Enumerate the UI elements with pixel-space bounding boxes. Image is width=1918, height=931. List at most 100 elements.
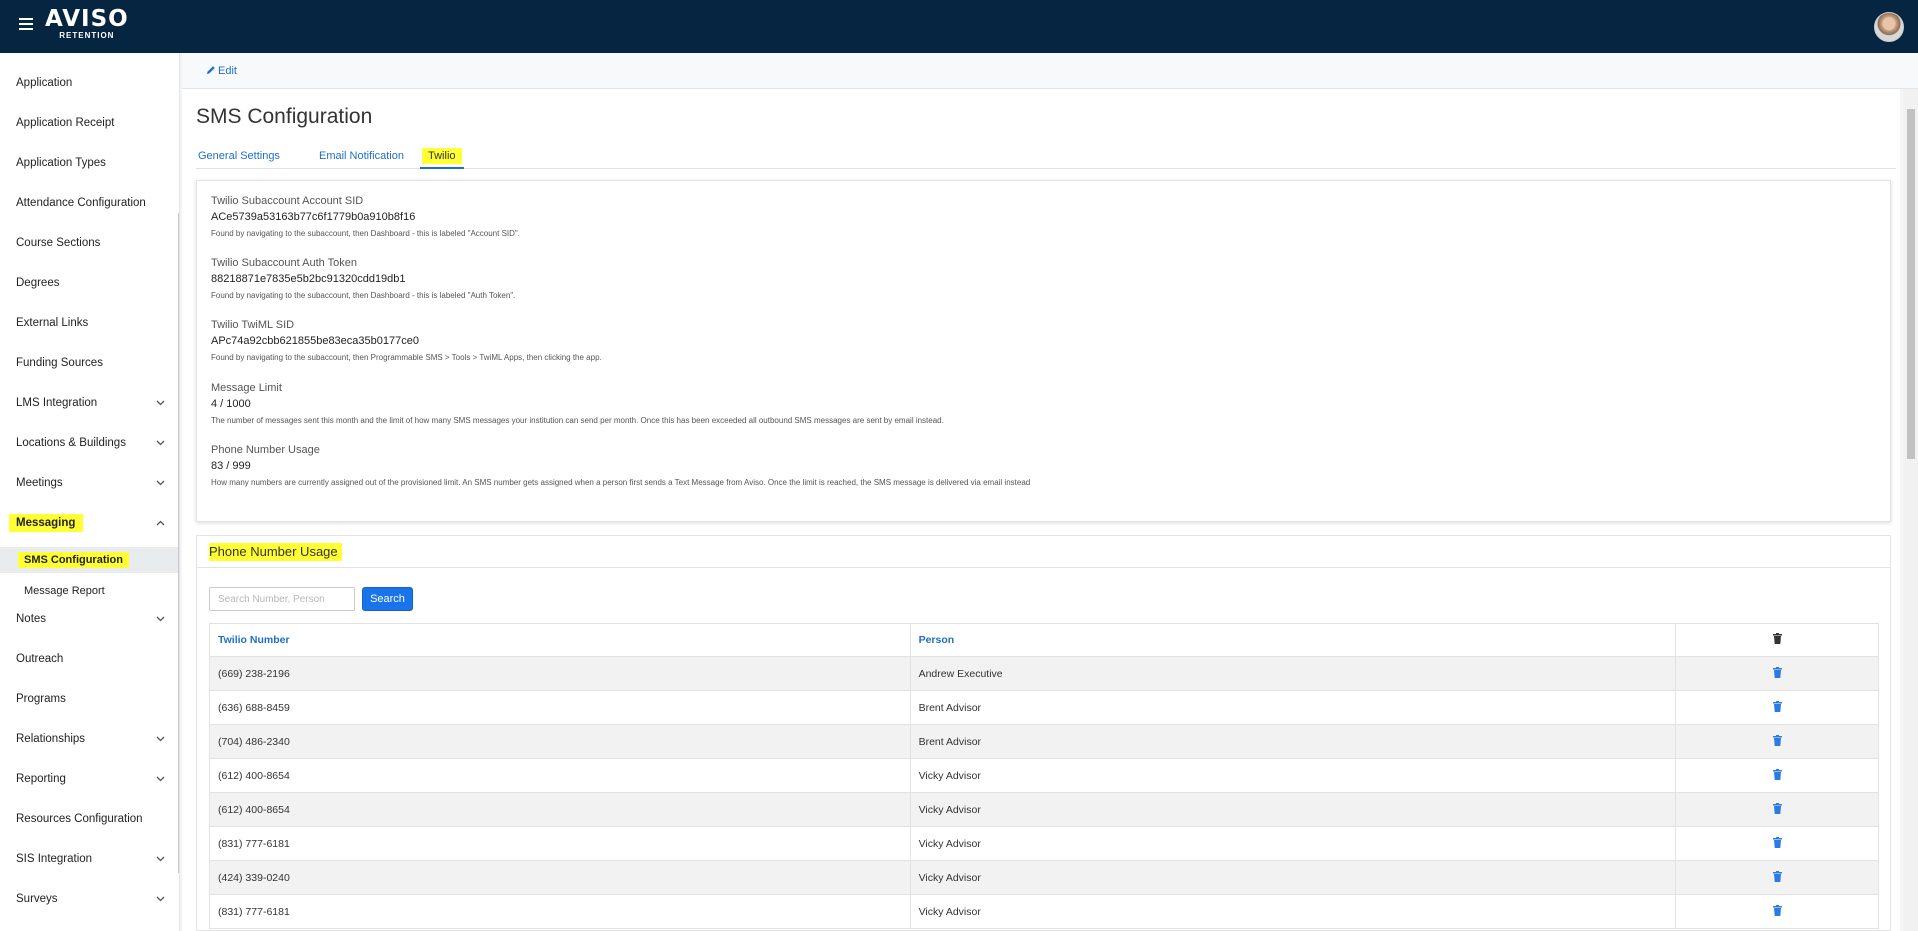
search-button[interactable]: Search — [362, 587, 413, 611]
sidebar-item-locations-buildings[interactable]: Locations & Buildings — [0, 431, 178, 455]
sidebar-item-attendance-configuration[interactable]: Attendance Configuration — [0, 191, 178, 215]
card-title: Phone Number Usage — [209, 543, 342, 561]
scrollbar-thumb[interactable] — [1907, 109, 1915, 459]
sidebar-item-messaging[interactable]: Messaging — [0, 511, 178, 535]
hamburger-menu-icon[interactable] — [19, 18, 33, 30]
chevron-down-icon — [156, 767, 166, 791]
sidebar-item-reporting[interactable]: Reporting — [0, 767, 178, 791]
field-twiml-sid: Twilio TwiML SID APc74a92cbb621855be83ec… — [211, 319, 1871, 362]
sidebar-item-label: Surveys — [16, 893, 58, 905]
table-row: (831) 777-6181 Vicky Advisor — [209, 894, 1879, 929]
sidebar-item-label: Funding Sources — [16, 357, 103, 369]
page-scrollbar[interactable] — [1904, 89, 1918, 931]
sidebar-item-label: Notes — [16, 613, 47, 625]
sidebar-item-label: Relationships — [16, 733, 86, 745]
sidebar-item-label: Degrees — [16, 277, 60, 289]
field-label: Twilio TwiML SID — [211, 319, 295, 331]
tab-bar: General Settings Email Notification Twil… — [196, 143, 1896, 169]
trash-icon[interactable] — [1675, 792, 1879, 827]
cell-number: (612) 400-8654 — [209, 792, 911, 827]
sidebar-item-surveys[interactable]: Surveys — [0, 887, 178, 911]
chevron-down-icon — [156, 431, 166, 455]
edit-label: Edit — [218, 65, 237, 77]
field-label: Twilio Subaccount Account SID — [211, 195, 364, 207]
chevron-down-icon — [156, 391, 166, 415]
brand-logo[interactable]: AVISO RETENTION — [45, 8, 129, 40]
field-phone-number-usage: Phone Number Usage 83 / 999 How many num… — [211, 444, 1871, 487]
sidebar-item-label: LMS Integration — [16, 397, 98, 409]
cell-person: Brent Advisor — [909, 690, 1677, 725]
cell-number: (831) 777-6181 — [209, 826, 911, 861]
tab-twilio[interactable]: Twilio — [420, 143, 464, 169]
user-avatar[interactable] — [1874, 12, 1904, 42]
sidebar-item-application-types[interactable]: Application Types — [0, 151, 178, 175]
trash-icon[interactable] — [1675, 894, 1879, 929]
sidebar-item-outreach[interactable]: Outreach — [0, 647, 178, 671]
sidebar-item-label: Programs — [16, 693, 66, 705]
field-value: 83 / 999 — [211, 460, 251, 472]
trash-icon[interactable] — [1675, 690, 1879, 725]
sidebar-item-application-receipt[interactable]: Application Receipt — [0, 111, 178, 135]
edit-button[interactable]: Edit — [206, 65, 237, 77]
field-account-sid: Twilio Subaccount Account SID ACe5739a53… — [211, 195, 1871, 238]
column-header-person[interactable]: Person — [909, 623, 1677, 657]
sidebar-item-sis-integration[interactable]: SIS Integration — [0, 847, 178, 871]
chevron-down-icon — [156, 607, 166, 631]
sidebar-item-funding-sources[interactable]: Funding Sources — [0, 351, 178, 375]
trash-icon[interactable] — [1675, 758, 1879, 793]
sidebar-scrollbar[interactable] — [178, 213, 179, 873]
brand-tagline: RETENTION — [59, 31, 115, 40]
trash-icon[interactable] — [1675, 656, 1879, 691]
table-row: (424) 339-0240 Vicky Advisor — [209, 860, 1879, 895]
cell-number: (669) 238-2196 — [209, 656, 911, 691]
table-row: (704) 486-2340 Brent Advisor — [209, 724, 1879, 759]
sidebar-item-label: Messaging — [9, 514, 84, 532]
field-help: Found by navigating to the subaccount, t… — [211, 229, 520, 238]
sidebar-subitem-sms-configuration[interactable]: SMS Configuration — [0, 547, 178, 573]
field-label: Message Limit — [211, 382, 282, 394]
delete-all-icon[interactable] — [1675, 623, 1879, 657]
chevron-down-icon — [156, 471, 166, 495]
trash-icon[interactable] — [1675, 826, 1879, 861]
twilio-settings-card: Twilio Subaccount Account SID ACe5739a53… — [196, 180, 1891, 522]
field-label: Twilio Subaccount Auth Token — [211, 257, 357, 269]
chevron-down-icon — [156, 847, 166, 871]
sidebar-item-degrees[interactable]: Degrees — [0, 271, 178, 295]
cell-number: (704) 486-2340 — [209, 724, 911, 759]
cell-number: (636) 688-8459 — [209, 690, 911, 725]
table-row: (612) 400-8654 Vicky Advisor — [209, 792, 1879, 827]
table-row: (669) 238-2196 Andrew Executive — [209, 656, 1879, 691]
sidebar-item-notes[interactable]: Notes — [0, 607, 178, 631]
field-value: ACe5739a53163b77c6f1779b0a910b8f16 — [211, 211, 416, 223]
sidebar-subitem-message-report[interactable]: Message Report — [0, 579, 178, 603]
sidebar-item-label: Reporting — [16, 773, 66, 785]
sidebar-item-label: External Links — [16, 317, 89, 329]
sidebar-item-programs[interactable]: Programs — [0, 687, 178, 711]
sidebar-item-external-links[interactable]: External Links — [0, 311, 178, 335]
cell-person: Vicky Advisor — [909, 826, 1677, 861]
cell-person: Vicky Advisor — [909, 792, 1677, 827]
sidebar-item-course-sections[interactable]: Course Sections — [0, 231, 178, 255]
sidebar-item-label: Application Types — [16, 157, 106, 169]
sidebar-item-resources-configuration[interactable]: Resources Configuration — [0, 807, 178, 831]
sidebar-item-relationships[interactable]: Relationships — [0, 727, 178, 751]
cell-person: Vicky Advisor — [909, 758, 1677, 793]
table-row: (612) 400-8654 Vicky Advisor — [209, 758, 1879, 793]
tab-email-notification[interactable]: Email Notification — [319, 143, 404, 169]
phone-number-table: Twilio Number Person (669) 238-2196 Andr… — [209, 623, 1879, 929]
sidebar-item-meetings[interactable]: Meetings — [0, 471, 178, 495]
column-header-twilio-number[interactable]: Twilio Number — [209, 623, 911, 657]
trash-icon[interactable] — [1675, 724, 1879, 759]
sidebar-item-label: Application — [16, 77, 73, 89]
search-input[interactable] — [209, 587, 355, 611]
sidebar-item-application[interactable]: Application — [0, 71, 178, 95]
cell-person: Andrew Executive — [909, 656, 1677, 691]
tab-label: Twilio — [422, 148, 462, 164]
tab-general-settings[interactable]: General Settings — [198, 143, 280, 169]
field-help: Found by navigating to the subaccount, t… — [211, 291, 516, 300]
sidebar-item-lms-integration[interactable]: LMS Integration — [0, 391, 178, 415]
page-toolbar: Edit — [182, 53, 1918, 89]
pencil-icon — [207, 66, 215, 74]
trash-icon[interactable] — [1675, 860, 1879, 895]
sidebar: Application Application Receipt Applicat… — [0, 53, 180, 931]
